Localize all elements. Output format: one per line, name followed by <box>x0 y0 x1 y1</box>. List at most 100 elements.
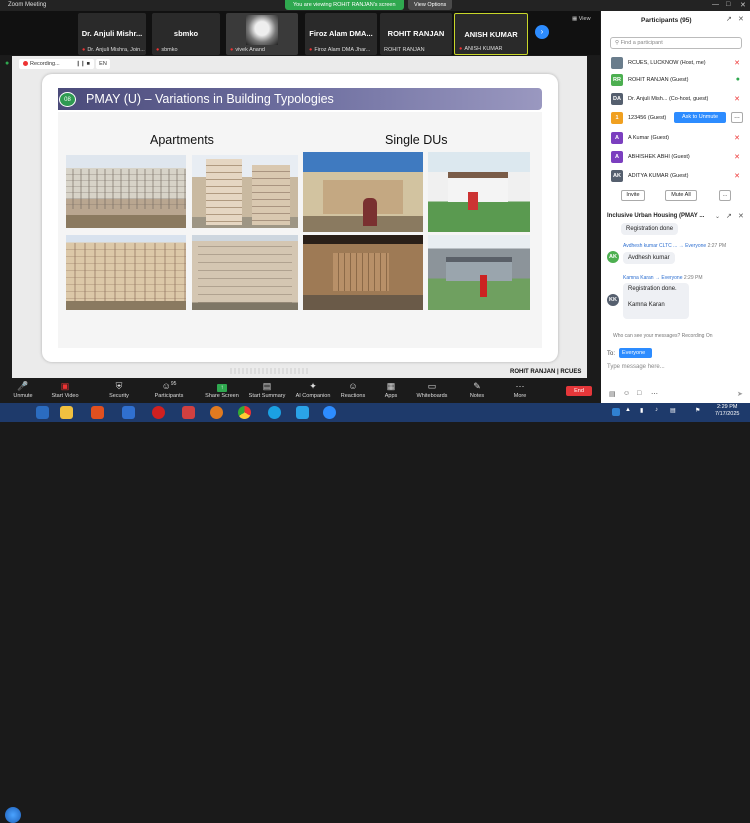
notes-button[interactable]: ✎ Notes <box>454 380 500 403</box>
participants-more-button[interactable]: … <box>719 190 731 201</box>
emoji-icon[interactable]: ☺ <box>623 390 630 397</box>
language-button[interactable]: EN <box>96 59 110 69</box>
opera-icon[interactable] <box>152 406 165 419</box>
participant-row[interactable]: DA Dr. Anjuli Mish... (Co-host, guest) ✕ <box>601 91 750 108</box>
tray-arrow-icon[interactable]: ▲ <box>625 407 631 413</box>
video-tile[interactable]: ROHIT RANJAN ROHIT RANJAN <box>380 13 452 55</box>
pause-stop-icon[interactable]: ❙❙ ■ <box>76 61 90 67</box>
chrome-icon[interactable] <box>238 406 251 419</box>
end-meeting-button[interactable]: End <box>566 386 592 396</box>
tile-name: ROHIT RANJAN <box>387 29 445 38</box>
skype-icon[interactable] <box>268 406 281 419</box>
chat-visibility-note[interactable]: Who can see your messages? Recording On <box>613 333 713 339</box>
tile-label-text: vivek Anand <box>235 47 265 53</box>
apps-button[interactable]: ▦ Apps <box>368 380 414 403</box>
more-button[interactable]: ⋯ More <box>497 380 543 403</box>
unmute-button[interactable]: 🎤 Unmute <box>0 380 46 403</box>
toolbar-label: Share Screen <box>205 393 239 399</box>
message-time: 2:29 PM <box>683 275 703 281</box>
firefox-icon[interactable] <box>210 406 223 419</box>
participant-row[interactable]: A ABHISHEK ABHI (Guest) ✕ <box>601 149 750 166</box>
video-off-icon[interactable]: ✕ <box>734 95 740 103</box>
toolbar-label: Apps <box>384 393 398 399</box>
tile-label: ● Firoz Alam DMA Jhar... <box>309 47 370 53</box>
participants-button[interactable]: ☺95 Participants <box>146 380 192 403</box>
network-icon[interactable]: ▮ <box>640 407 643 414</box>
notes-icon: ✎ <box>473 381 481 391</box>
start-summary-button[interactable]: ▤ Start Summary <box>244 380 290 403</box>
mic-muted-icon[interactable]: ✕ <box>734 134 740 142</box>
clock[interactable]: 2:29 PM 7/17/2025 <box>715 404 739 418</box>
mute-all-button[interactable]: Mute All <box>665 190 697 201</box>
app-icon[interactable] <box>182 406 195 419</box>
video-off-icon: ▣ <box>60 381 70 391</box>
tile-label: ● ANISH KUMAR <box>459 46 503 52</box>
tile-label-text: sbmko <box>161 47 178 53</box>
video-tile[interactable]: sbmko ● sbmko <box>152 13 220 55</box>
ask-to-unmute-button[interactable]: Ask to Unmute <box>674 112 726 123</box>
avatar <box>611 57 623 69</box>
video-tile[interactable]: Firoz Alam DMA... ● Firoz Alam DMA Jhar..… <box>305 13 377 55</box>
tile-label-text: Firoz Alam DMA Jhar... <box>314 47 371 53</box>
media-player-icon[interactable] <box>91 406 104 419</box>
mic-icon[interactable]: ● <box>736 76 740 83</box>
battery-icon[interactable]: ▤ <box>670 407 676 414</box>
security-button[interactable]: ⛨ Security <box>96 380 142 403</box>
toolbar-label: Security <box>109 393 129 399</box>
view-button[interactable]: ▦ View <box>572 16 591 22</box>
file-icon[interactable]: □ <box>637 390 641 397</box>
popout-icon[interactable]: ↗ <box>726 15 732 23</box>
mic-muted-icon[interactable]: ✕ <box>734 172 740 180</box>
minimize-icon[interactable]: — <box>712 1 719 8</box>
zoom-icon[interactable] <box>323 406 336 419</box>
view-options-button[interactable]: View Options <box>408 0 453 10</box>
telegram-icon[interactable] <box>296 406 309 419</box>
close-panel-icon[interactable]: ✕ <box>738 15 744 23</box>
mic-muted-icon[interactable]: ✕ <box>734 153 740 161</box>
single-du-photo-3 <box>303 235 423 310</box>
video-tile[interactable]: ● vivek Anand <box>226 13 298 55</box>
video-tile[interactable]: Dr. Anjuli Mishr... ● Dr. Anjuli Mishra, … <box>78 13 146 55</box>
start-video-button[interactable]: ▣ Start Video <box>42 380 88 403</box>
participant-row[interactable]: AK ADITYA KUMAR (Guest) ✕ <box>601 168 750 185</box>
start-icon[interactable] <box>5 807 21 823</box>
chat-message-input[interactable]: Type message here... <box>607 364 742 376</box>
maximize-icon[interactable]: □ <box>726 1 730 8</box>
close-icon[interactable]: ✕ <box>740 1 746 9</box>
participant-row[interactable]: A A Kumar (Guest) ✕ <box>601 130 750 147</box>
participant-row[interactable]: RR ROHIT RANJAN (Guest) ● <box>601 72 750 89</box>
mic-muted-icon[interactable]: ✕ <box>734 59 740 67</box>
popout-icon[interactable]: ↗ <box>726 212 732 220</box>
tray-icon[interactable] <box>612 408 620 416</box>
participant-name: 123456 (Guest) <box>628 115 667 121</box>
share-screen-button[interactable]: ↑ Share Screen <box>199 380 245 403</box>
apartment-photo-3 <box>66 235 186 310</box>
recording-indicator[interactable]: Recording... ❙❙ ■ <box>19 59 94 69</box>
volume-icon[interactable]: ♪ <box>655 407 658 413</box>
participant-row[interactable]: RCUES, LUCKNOW (Host, me) ✕ <box>601 55 750 72</box>
format-icon[interactable]: ▤ <box>609 390 616 398</box>
apartment-photo-1 <box>66 155 186 228</box>
participant-search-input[interactable]: ⚲ Find a participant <box>610 37 742 49</box>
send-icon[interactable]: ➤ <box>737 390 743 398</box>
more-options-button[interactable]: … <box>731 112 743 123</box>
participant-name: ABHISHEK ABHI (Guest) <box>628 154 690 160</box>
chevron-down-icon[interactable]: ⌄ <box>715 213 720 220</box>
recipient-select[interactable]: Everyone ⌄ <box>619 348 652 362</box>
flag-icon[interactable]: ⚑ <box>695 407 700 414</box>
invite-button[interactable]: Invite <box>621 190 645 201</box>
video-tile-active-speaker[interactable]: ANISH KUMAR ● ANISH KUMAR <box>454 13 528 55</box>
folder-icon[interactable] <box>60 406 73 419</box>
word-icon[interactable] <box>122 406 135 419</box>
participants-title: Participants (95) <box>641 17 692 24</box>
whiteboards-button[interactable]: ▭ Whiteboards <box>409 380 455 403</box>
meeting-toolbar: 🎤 Unmute ▣ Start Video ⛨ Security ☺95 Partic… <box>0 380 600 403</box>
message-time: 2:27 PM <box>707 243 727 249</box>
ie-icon[interactable] <box>36 406 49 419</box>
tile-label-text: ANISH KUMAR <box>464 46 503 52</box>
close-chat-icon[interactable]: ✕ <box>738 212 744 220</box>
recipient-value: Everyone <box>622 350 646 356</box>
more-icon[interactable]: ⋯ <box>651 390 658 398</box>
toolbar-label: Participants <box>154 393 184 399</box>
gallery-next-button[interactable]: › <box>535 25 549 39</box>
